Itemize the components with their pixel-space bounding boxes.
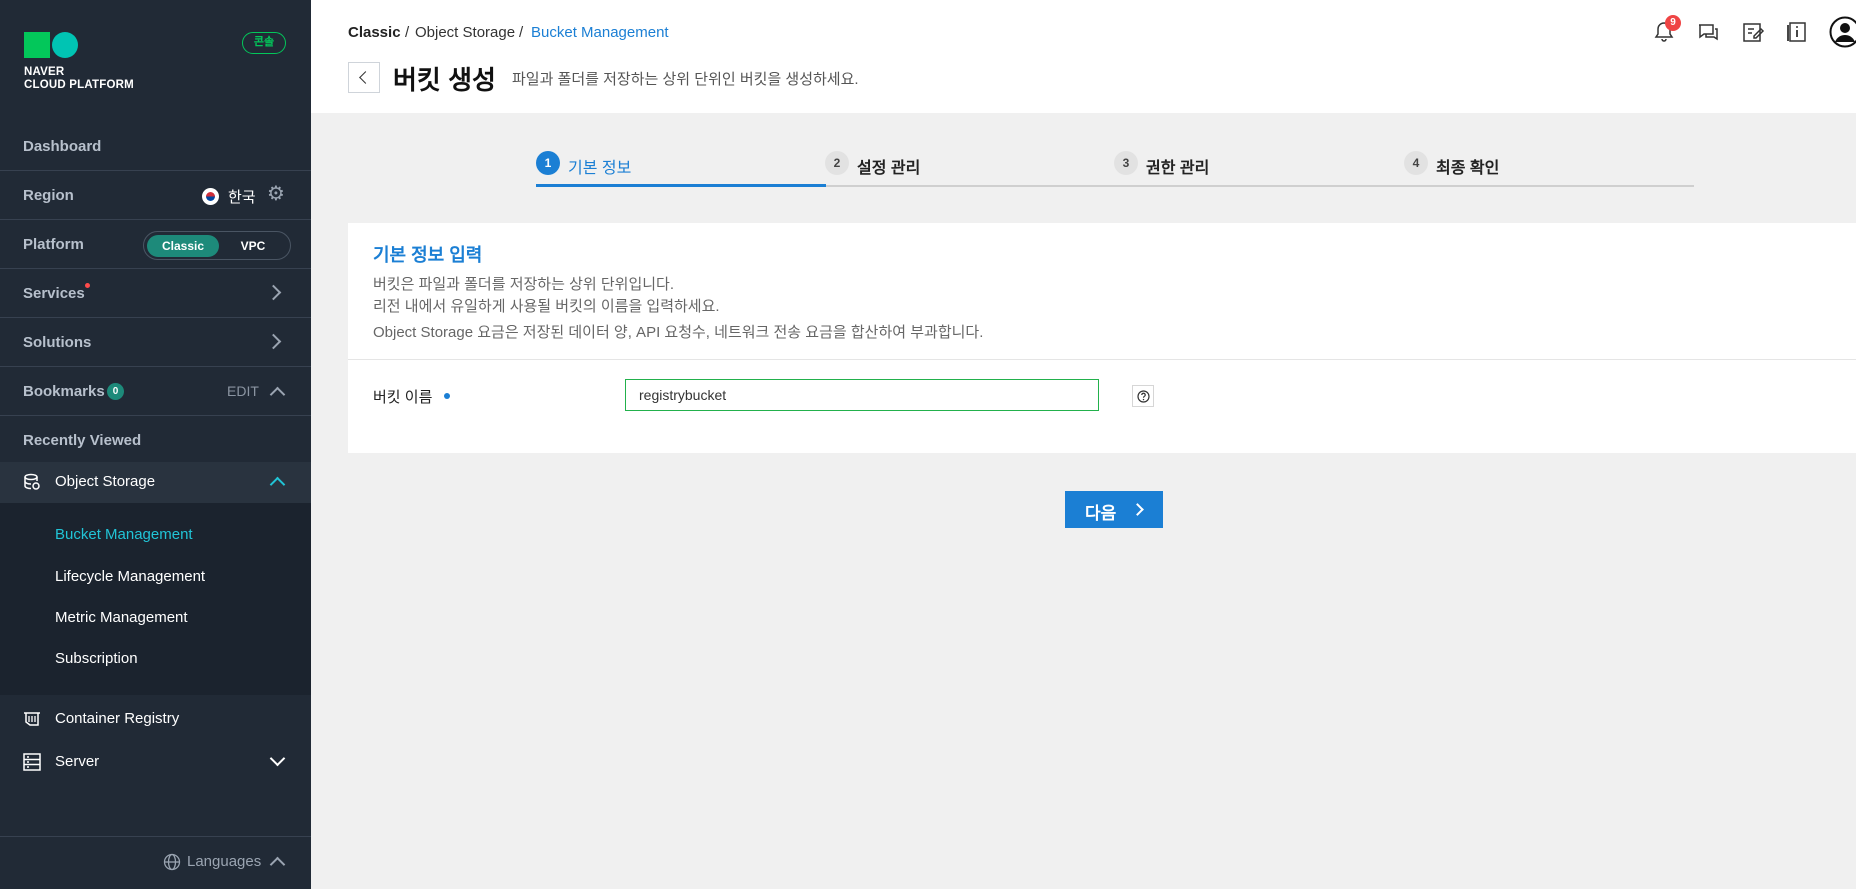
chevron-left-icon (359, 71, 372, 84)
dashboard-label: Dashboard (23, 138, 102, 155)
next-button-label: 다음 (1085, 504, 1117, 523)
korea-flag-icon (202, 188, 219, 205)
chevron-up-icon[interactable] (269, 386, 286, 403)
next-button[interactable]: 다음 (1065, 491, 1163, 528)
step-number: 2 (825, 151, 849, 175)
languages-label: Languages (187, 853, 262, 870)
breadcrumb-separator: / (519, 24, 524, 41)
bucket-name-label: 버킷 이름 (373, 389, 433, 406)
server-icon (23, 753, 41, 771)
region-label: Region (23, 187, 74, 204)
step-number: 3 (1114, 151, 1138, 175)
page-title: 버킷 생성 (393, 65, 496, 95)
container-registry-label: Container Registry (55, 710, 180, 727)
gear-icon[interactable]: ⚙ (267, 184, 285, 204)
brand-line2: CLOUD PLATFORM (24, 79, 134, 91)
card-description-line: Object Storage 요금은 저장된 데이터 양, API 요청수, 네… (373, 324, 984, 341)
logo-circle-icon (52, 32, 78, 58)
chevron-up-icon (269, 856, 286, 873)
platform-classic-option[interactable]: Classic (147, 235, 219, 257)
page-header: Classic / Object Storage / Bucket Manage… (311, 0, 1856, 113)
card-description-line: 리전 내에서 유일하게 사용될 버킷의 이름을 입력하세요. (373, 298, 720, 315)
required-dot-icon (444, 393, 450, 399)
brand-line1: NAVER (24, 66, 65, 78)
bucket-name-input[interactable] (625, 379, 1099, 411)
sidebar-item-dashboard[interactable]: Dashboard (0, 122, 311, 171)
database-icon (24, 473, 40, 490)
sidebar-item-object-storage[interactable]: Object Storage (0, 462, 311, 503)
stepper-progress (536, 184, 826, 187)
platform-toggle[interactable]: Classic VPC (143, 231, 291, 260)
card-title: 기본 정보 입력 (373, 245, 483, 265)
globe-icon (163, 853, 181, 871)
sidebar: NAVER CLOUD PLATFORM 콘솔 Dashboard Region … (0, 0, 311, 889)
notification-count-badge: 9 (1665, 15, 1681, 31)
breadcrumb-bucket-management[interactable]: Bucket Management (531, 24, 669, 41)
bookmarks-count-badge: 0 (107, 383, 124, 400)
help-button[interactable] (1132, 385, 1154, 407)
submenu-metric-management[interactable]: Metric Management (55, 609, 188, 626)
chevron-up-icon (269, 476, 286, 493)
question-circle-icon (1137, 390, 1150, 403)
chevron-right-icon (265, 333, 282, 350)
card-description-line: 버킷은 파일과 폴더를 저장하는 상위 단위입니다. (373, 276, 675, 293)
container-registry-icon (24, 712, 40, 726)
breadcrumb-separator: / (405, 24, 410, 41)
chevron-right-icon (1131, 503, 1144, 516)
step-number: 4 (1404, 151, 1428, 175)
languages-selector[interactable]: Languages (0, 836, 311, 889)
breadcrumb-object-storage[interactable]: Object Storage (415, 24, 515, 41)
solutions-label: Solutions (23, 334, 92, 351)
object-storage-label: Object Storage (55, 473, 156, 490)
submenu-lifecycle-management[interactable]: Lifecycle Management (55, 568, 205, 585)
info-book-icon[interactable] (1785, 20, 1809, 44)
sidebar-platform-row: Platform Classic VPC (0, 220, 311, 269)
recently-viewed-label: Recently Viewed (23, 432, 142, 449)
breadcrumb-classic[interactable]: Classic (348, 24, 401, 41)
region-value[interactable]: 한국 (228, 186, 256, 207)
logo-square-icon (24, 32, 50, 58)
platform-label: Platform (23, 236, 84, 253)
chevron-down-icon (269, 750, 286, 767)
chat-icon[interactable] (1696, 20, 1720, 44)
step-label: 기본 정보 (568, 160, 632, 177)
user-avatar-icon[interactable] (1829, 16, 1856, 48)
step-label: 설정 관리 (857, 160, 921, 177)
bookmarks-label: Bookmarks (23, 383, 105, 400)
sidebar-region-row: Region 한국 ⚙ (0, 171, 311, 220)
back-button[interactable] (348, 62, 380, 93)
sidebar-item-bookmarks[interactable]: Bookmarks 0 EDIT (0, 367, 311, 416)
memo-edit-icon[interactable] (1741, 20, 1765, 44)
sidebar-item-services[interactable]: Services (0, 269, 311, 318)
step-number: 1 (536, 151, 560, 175)
sidebar-item-container-registry[interactable]: Container Registry (0, 703, 311, 735)
platform-vpc-option[interactable]: VPC (217, 235, 289, 257)
bookmarks-edit-link[interactable]: EDIT (227, 383, 259, 399)
server-label: Server (55, 753, 100, 770)
divider (348, 359, 1856, 360)
sidebar-item-server[interactable]: Server (0, 746, 311, 778)
console-badge[interactable]: 콘솔 (242, 32, 286, 54)
page-description: 파일과 폴더를 저장하는 상위 단위인 버킷을 생성하세요. (512, 71, 859, 88)
step-label: 권한 관리 (1146, 160, 1210, 177)
chevron-right-icon (265, 284, 282, 301)
step-label: 최종 확인 (1436, 160, 1500, 177)
object-storage-submenu: Bucket Management Lifecycle Management M… (0, 503, 311, 695)
submenu-bucket-management[interactable]: Bucket Management (55, 526, 193, 543)
sidebar-recently-viewed: Recently Viewed (0, 416, 311, 465)
basic-info-card: 기본 정보 입력 버킷은 파일과 폴더를 저장하는 상위 단위입니다. 리전 내… (348, 223, 1856, 453)
new-dot-icon (85, 283, 90, 288)
submenu-subscription[interactable]: Subscription (55, 650, 138, 667)
sidebar-item-solutions[interactable]: Solutions (0, 318, 311, 367)
services-label: Services (23, 285, 85, 302)
